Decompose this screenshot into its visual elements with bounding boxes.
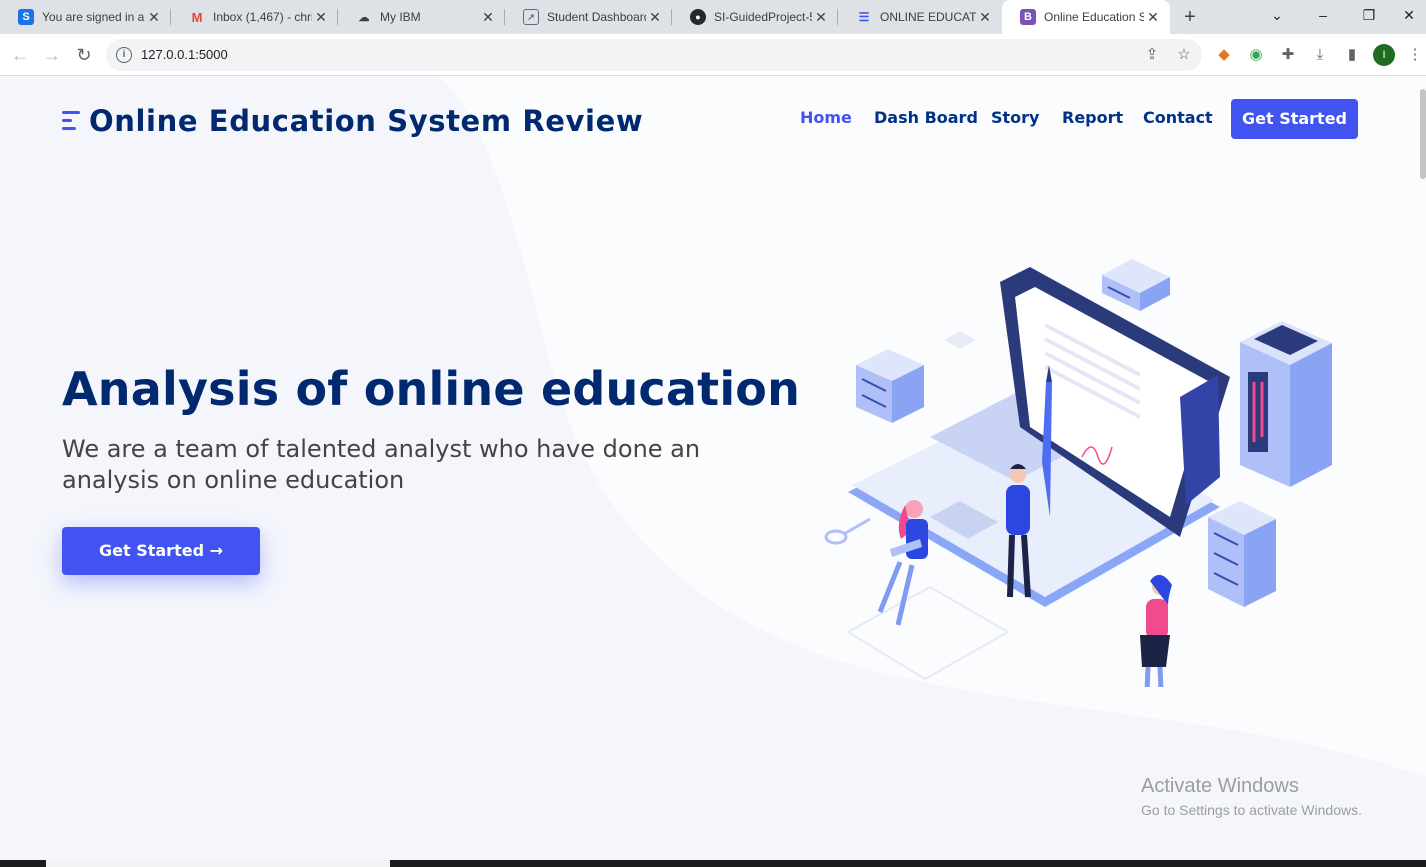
nav-report[interactable]: Report: [1062, 108, 1123, 127]
nav-story[interactable]: Story: [991, 108, 1039, 127]
logo-bars-icon: [62, 108, 82, 134]
close-icon[interactable]: ✕: [479, 9, 497, 26]
taskbar-search-box[interactable]: [46, 860, 390, 867]
github-icon: ●: [690, 9, 706, 25]
bootstrap-icon: B: [1020, 9, 1036, 25]
tab-title: You are signed in a: [42, 10, 145, 24]
close-icon[interactable]: ✕: [1144, 9, 1162, 26]
forward-arrow-icon[interactable]: →: [40, 43, 64, 67]
close-icon[interactable]: ✕: [812, 9, 830, 26]
nav-home[interactable]: Home: [800, 108, 852, 127]
download-icon[interactable]: ⤓: [1309, 44, 1331, 66]
server-top-icon: [1102, 259, 1170, 311]
tab-signed-in[interactable]: S You are signed in a ✕: [0, 0, 171, 34]
profile-avatar[interactable]: I: [1373, 44, 1395, 66]
tab-title: SI-GuidedProject-5: [714, 10, 812, 24]
new-tab-button[interactable]: +: [1178, 5, 1202, 29]
gmail-icon: M: [191, 9, 203, 25]
site-logo[interactable]: Online Education System Review: [62, 104, 643, 138]
hero-title: Analysis of online education: [62, 362, 801, 416]
windows-taskbar: [0, 860, 1426, 867]
tab-online-education-caps[interactable]: ☰ ONLINE EDUCATIO ✕: [838, 0, 1002, 34]
address-bar[interactable]: i 127.0.0.1:5000 ⇪ ☆: [106, 39, 1202, 71]
browser-toolbar: ← → ↻ i 127.0.0.1:5000 ⇪ ☆ ◆ ◉ ✚ ⤓ ▮ I ⋮: [0, 34, 1426, 76]
get-started-header-button[interactable]: Get Started: [1231, 99, 1358, 139]
page-scrollbar[interactable]: [1420, 89, 1426, 179]
metamask-icon[interactable]: ◆: [1213, 44, 1235, 66]
tab-title: Online Education S: [1044, 10, 1144, 24]
browser-tab-bar: S You are signed in a ✕ M Inbox (1,467) …: [0, 0, 1426, 34]
hero-subtitle: We are a team of talented analyst who ha…: [62, 435, 701, 494]
close-window-button[interactable]: ✕: [1392, 0, 1426, 30]
hero-illustration: [824, 259, 1332, 687]
restore-button[interactable]: ❐: [1346, 0, 1392, 30]
logo-text: Online Education System Review: [89, 104, 644, 138]
nav-dashboard[interactable]: Dash Board: [874, 108, 978, 127]
floor-tile-shape: [846, 585, 1011, 681]
s-app-icon: S: [18, 9, 34, 25]
tab-inbox[interactable]: M Inbox (1,467) - chri ✕: [171, 0, 338, 34]
edu-icon: ☰: [858, 10, 870, 24]
close-icon[interactable]: ✕: [145, 9, 163, 26]
tab-online-education-active[interactable]: B Online Education S ✕: [1002, 0, 1170, 34]
site-info-icon[interactable]: i: [116, 47, 132, 63]
minimize-button[interactable]: –: [1300, 0, 1346, 30]
menu-kebab-icon[interactable]: ⋮: [1404, 44, 1426, 66]
bookmark-star-icon[interactable]: ☆: [1174, 45, 1194, 65]
tab-student-dashboard[interactable]: ↗ Student Dashboard ✕: [505, 0, 672, 34]
close-icon[interactable]: ✕: [646, 9, 664, 26]
watermark-subtitle: Go to Settings to activate Windows.: [1141, 802, 1362, 818]
tab-title: ONLINE EDUCATIO: [880, 10, 976, 24]
tower-server-icon: [1240, 321, 1332, 487]
ibm-icon: ☁: [358, 11, 370, 24]
tab-title: Inbox (1,467) - chri: [213, 10, 312, 24]
tab-title: Student Dashboard: [547, 10, 646, 24]
key-icon: [824, 517, 871, 545]
share-icon[interactable]: ⇪: [1142, 45, 1162, 65]
floor-diamond-shape: [944, 331, 976, 349]
page-viewport: Online Education System Review Home Dash…: [0, 77, 1426, 860]
server-stack-right-icon: [1208, 501, 1276, 607]
nav-contact[interactable]: Contact: [1143, 108, 1213, 127]
tab-search-icon[interactable]: ⌄: [1254, 0, 1300, 30]
watermark-title: Activate Windows: [1141, 775, 1299, 797]
tab-title: My IBM: [380, 10, 421, 24]
close-icon[interactable]: ✕: [976, 9, 994, 26]
side-panel-icon[interactable]: ▮: [1341, 44, 1363, 66]
get-started-hero-button[interactable]: Get Started →: [62, 527, 260, 575]
tab-my-ibm[interactable]: ☁ My IBM ✕: [338, 0, 505, 34]
dashboard-icon: ↗: [523, 9, 539, 25]
server-stack-left-icon: [856, 349, 924, 423]
url-text[interactable]: 127.0.0.1:5000: [141, 47, 228, 62]
person-standing-right-icon: [1140, 574, 1172, 687]
tab-github[interactable]: ● SI-GuidedProject-5 ✕: [672, 0, 838, 34]
back-arrow-icon[interactable]: ←: [8, 43, 32, 67]
reload-icon[interactable]: ↻: [72, 43, 96, 67]
windows-activation-watermark: Activate Windows Go to Settings to activ…: [1141, 775, 1362, 818]
close-icon[interactable]: ✕: [312, 9, 330, 26]
extensions-puzzle-icon[interactable]: ✚: [1277, 44, 1299, 66]
extension-robot-icon[interactable]: ◉: [1245, 44, 1267, 66]
